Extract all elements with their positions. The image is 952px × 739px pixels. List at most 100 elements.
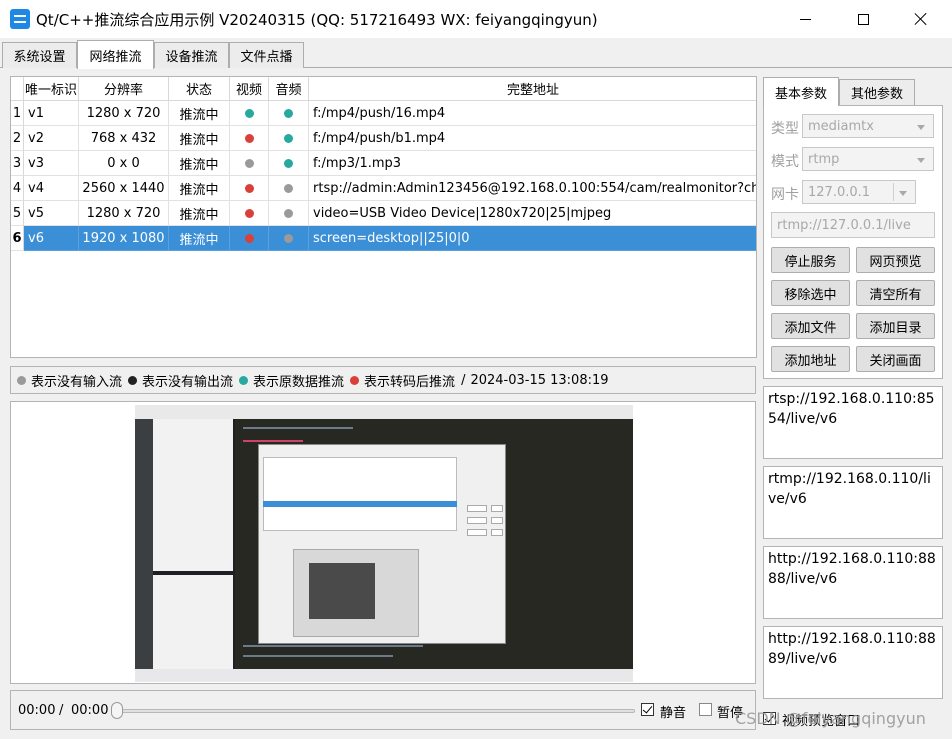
cell-resolution[interactable]: 768 x 432: [79, 126, 169, 151]
stream-table[interactable]: 唯一标识 分辨率 状态 视频 音频 完整地址 1 v1 1280 x 720 推流中 f…: [10, 76, 757, 358]
push-url-input[interactable]: rtmp://127.0.0.1/live: [771, 212, 935, 238]
tab-device-push[interactable]: 设备推流: [154, 42, 229, 68]
video-preview[interactable]: [10, 401, 756, 684]
progress-slider[interactable]: [115, 709, 635, 713]
cell-id[interactable]: v2: [24, 126, 79, 151]
type-combo-value: mediamtx: [808, 118, 874, 134]
tab-system-settings[interactable]: 系统设置: [2, 42, 77, 68]
cell-status[interactable]: 推流中: [169, 101, 230, 126]
cell-video[interactable]: [230, 226, 269, 251]
cell-address[interactable]: rtsp://admin:Admin123456@192.168.0.100:5…: [309, 176, 756, 201]
header-video[interactable]: 视频: [230, 77, 269, 101]
add-dir-button[interactable]: 添加目录: [856, 313, 935, 339]
tab-file-vod[interactable]: 文件点播: [229, 42, 304, 68]
stop-service-button[interactable]: 停止服务: [771, 247, 850, 273]
cell-video[interactable]: [230, 151, 269, 176]
cell-audio[interactable]: [269, 151, 309, 176]
add-url-button[interactable]: 添加地址: [771, 346, 850, 372]
tab-basic-params[interactable]: 基本参数: [763, 77, 839, 106]
type-combo[interactable]: mediamtx: [802, 114, 934, 138]
maximize-button[interactable]: [834, 0, 892, 38]
cell-address[interactable]: f:/mp4/push/b1.mp4: [309, 126, 756, 151]
cell-resolution[interactable]: 0 x 0: [79, 151, 169, 176]
header-resolution[interactable]: 分辨率: [79, 77, 169, 101]
url-box-rtsp[interactable]: rtsp://192.168.0.110:8554/live/v6: [763, 386, 943, 459]
cell-id[interactable]: v6: [24, 226, 79, 251]
cell-id[interactable]: v4: [24, 176, 79, 201]
table-row[interactable]: 2 v2 768 x 432 推流中 f:/mp4/push/b1.mp4: [11, 126, 756, 151]
nic-combo-value: 127.0.0.1: [808, 184, 871, 200]
cell-video[interactable]: [230, 201, 269, 226]
preview-nested-button: [491, 517, 503, 524]
cell-audio[interactable]: [269, 226, 309, 251]
cell-address[interactable]: f:/mp4/push/16.mp4: [309, 101, 756, 126]
cell-id[interactable]: v5: [24, 201, 79, 226]
header-id[interactable]: 唯一标识: [24, 77, 79, 101]
preview-titlebar: [135, 405, 633, 419]
cell-status[interactable]: 推流中: [169, 176, 230, 201]
cell-video[interactable]: [230, 176, 269, 201]
table-row[interactable]: 3 v3 0 x 0 推流中 f:/mp3/1.mp3: [11, 151, 756, 176]
minimize-button[interactable]: [776, 0, 834, 38]
cell-id[interactable]: v1: [24, 101, 79, 126]
cell-status[interactable]: 推流中: [169, 226, 230, 251]
legend-label: 表示没有输入流: [31, 374, 123, 390]
row-number[interactable]: 1: [11, 101, 24, 126]
mode-combo[interactable]: rtmp: [802, 147, 934, 171]
preview-nested-button: [491, 529, 503, 536]
pause-checkbox[interactable]: [699, 703, 712, 716]
clear-all-button[interactable]: 清空所有: [856, 280, 935, 306]
push-url-value: rtmp://127.0.0.1/live: [777, 217, 911, 233]
url-box-webrtc[interactable]: http://192.168.0.110:8889/live/v6: [763, 626, 943, 699]
cell-resolution[interactable]: 1280 x 720: [79, 201, 169, 226]
row-number[interactable]: 2: [11, 126, 24, 151]
row-number[interactable]: 6: [11, 226, 24, 251]
table-row[interactable]: 4 v4 2560 x 1440 推流中 rtsp://admin:Admin12345…: [11, 176, 756, 201]
header-status[interactable]: 状态: [169, 77, 230, 101]
cell-status[interactable]: 推流中: [169, 151, 230, 176]
cell-resolution[interactable]: 2560 x 1440: [79, 176, 169, 201]
cell-resolution[interactable]: 1280 x 720: [79, 101, 169, 126]
cell-audio[interactable]: [269, 201, 309, 226]
cell-address[interactable]: video=USB Video Device|1280x720|25|mjpeg: [309, 201, 756, 226]
row-number[interactable]: 3: [11, 151, 24, 176]
cell-address[interactable]: f:/mp3/1.mp3: [309, 151, 756, 176]
status-dot-icon: [244, 108, 254, 118]
table-row[interactable]: 5 v5 1280 x 720 推流中 video=USB Video Device|1…: [11, 201, 756, 226]
cell-audio[interactable]: [269, 126, 309, 151]
url-box-rtmp[interactable]: rtmp://192.168.0.110/live/v6: [763, 466, 943, 539]
cell-resolution[interactable]: 1920 x 1080: [79, 226, 169, 251]
nic-combo[interactable]: 127.0.0.1: [802, 180, 916, 204]
cell-id[interactable]: v3: [24, 151, 79, 176]
type-label: 类型: [771, 121, 799, 137]
header-audio[interactable]: 音频: [269, 77, 309, 101]
close-button[interactable]: [892, 0, 950, 38]
cell-audio[interactable]: [269, 176, 309, 201]
url-box-hls[interactable]: http://192.168.0.110:8888/live/v6: [763, 546, 943, 619]
status-dot-icon: [244, 133, 254, 143]
close-view-button[interactable]: 关闭画面: [856, 346, 935, 372]
cell-video[interactable]: [230, 101, 269, 126]
web-preview-button[interactable]: 网页预览: [856, 247, 935, 273]
add-file-button[interactable]: 添加文件: [771, 313, 850, 339]
table-row[interactable]: 1 v1 1280 x 720 推流中 f:/mp4/push/16.mp4: [11, 101, 756, 126]
tab-other-params[interactable]: 其他参数: [839, 79, 915, 105]
legend-item: 表示没有输出流: [128, 371, 233, 390]
preview-code-line: [243, 655, 393, 657]
tab-network-push[interactable]: 网络推流: [77, 40, 154, 69]
row-number[interactable]: 4: [11, 176, 24, 201]
table-row[interactable]: 6 v6 1920 x 1080 推流中 screen=desktop||25|0|0: [11, 226, 756, 251]
cell-audio[interactable]: [269, 101, 309, 126]
minimize-icon: [799, 18, 811, 20]
cell-video[interactable]: [230, 126, 269, 151]
cell-status[interactable]: 推流中: [169, 201, 230, 226]
cell-status[interactable]: 推流中: [169, 126, 230, 151]
preview-nested-button: [467, 517, 487, 524]
remove-selected-button[interactable]: 移除选中: [771, 280, 850, 306]
preview-sidebar: [135, 419, 153, 669]
mute-checkbox[interactable]: [641, 703, 654, 716]
header-address[interactable]: 完整地址: [309, 77, 756, 101]
cell-address[interactable]: screen=desktop||25|0|0: [309, 226, 756, 251]
progress-slider-handle[interactable]: [111, 702, 123, 719]
row-number[interactable]: 5: [11, 201, 24, 226]
